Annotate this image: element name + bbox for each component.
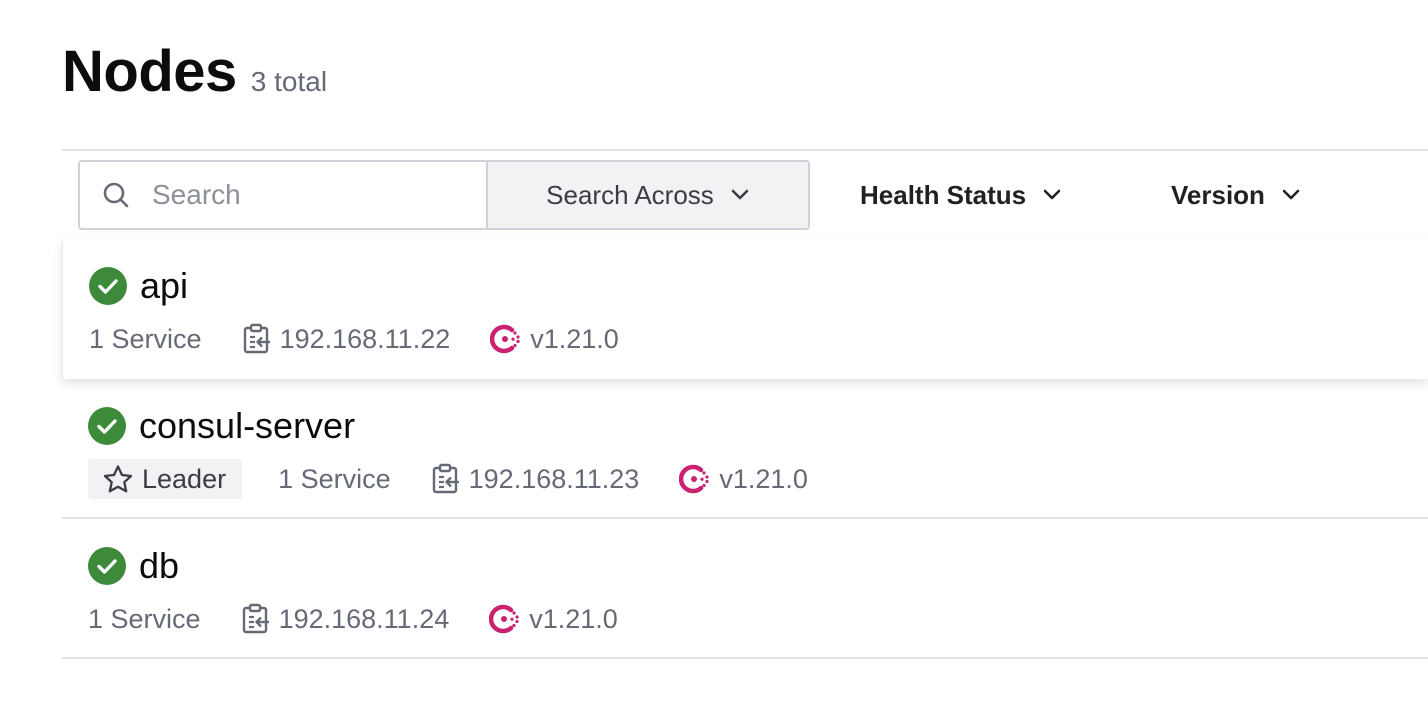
search-box	[78, 160, 488, 230]
node-version: v1.21.0	[679, 463, 808, 495]
node-address-value: 192.168.11.23	[468, 463, 640, 494]
filter-bar: Search Across Health Status Version	[62, 149, 1428, 239]
consul-logo-icon	[489, 603, 521, 635]
node-name-line: api	[89, 265, 188, 307]
version-dropdown[interactable]: Version	[1171, 160, 1301, 230]
version-label: Version	[1171, 179, 1265, 210]
node-meta: Leader 1 Service 192.168.11.23 v1.21.0	[88, 459, 848, 499]
node-name[interactable]: api	[140, 265, 188, 307]
leader-badge: Leader	[88, 459, 243, 499]
consul-logo-icon	[679, 463, 711, 495]
node-row[interactable]: api 1 Service 192.168.11.22 v1.21.0	[62, 239, 1428, 379]
node-version: v1.21.0	[489, 603, 618, 635]
chevron-down-icon	[731, 189, 749, 200]
health-status-label: Health Status	[860, 179, 1027, 210]
health-status-dropdown[interactable]: Health Status	[860, 160, 1062, 230]
nodes-page: Nodes 3 total Search Across Health Statu…	[0, 0, 1428, 702]
clipboard-address-icon	[431, 463, 461, 495]
service-count: 1 Service	[278, 463, 391, 494]
check-circle-icon	[88, 547, 126, 585]
check-circle-icon	[89, 267, 127, 305]
leader-label: Leader	[142, 463, 227, 494]
page-title: Nodes	[62, 39, 237, 104]
page-header: Nodes 3 total	[62, 38, 327, 105]
search-input[interactable]	[150, 178, 454, 212]
node-row[interactable]: db 1 Service 192.168.11.24 v1.21.0	[62, 519, 1428, 659]
consul-logo-icon	[490, 323, 522, 355]
node-address: 192.168.11.24	[241, 603, 450, 635]
node-address: 192.168.11.23	[431, 463, 640, 495]
node-meta: 1 Service 192.168.11.22 v1.21.0	[89, 319, 659, 359]
node-version-value: v1.21.0	[529, 603, 618, 634]
search-across-dropdown[interactable]: Search Across	[486, 160, 810, 230]
check-circle-icon	[88, 407, 126, 445]
node-address: 192.168.11.22	[242, 323, 451, 355]
node-count: 3 total	[250, 66, 328, 97]
node-meta: 1 Service 192.168.11.24 v1.21.0	[88, 599, 658, 639]
node-version: v1.21.0	[490, 323, 619, 355]
node-address-value: 192.168.11.22	[279, 323, 451, 354]
star-icon	[103, 465, 133, 493]
node-name-line: consul-server	[88, 405, 355, 447]
node-name[interactable]: consul-server	[139, 405, 355, 447]
search-icon	[103, 182, 129, 208]
node-list: api 1 Service 192.168.11.22 v1.21.0 cons…	[62, 239, 1428, 659]
node-row[interactable]: consul-server Leader 1 Service 192.168.1…	[62, 379, 1428, 519]
node-version-value: v1.21.0	[530, 323, 619, 354]
chevron-down-icon	[1043, 189, 1061, 200]
node-name[interactable]: db	[139, 545, 179, 587]
node-name-line: db	[88, 545, 179, 587]
node-version-value: v1.21.0	[719, 463, 808, 494]
service-count: 1 Service	[88, 603, 201, 634]
service-count: 1 Service	[89, 323, 202, 354]
clipboard-address-icon	[242, 323, 272, 355]
search-across-label: Search Across	[546, 179, 714, 210]
clipboard-address-icon	[241, 603, 271, 635]
node-address-value: 192.168.11.24	[278, 603, 450, 634]
chevron-down-icon	[1282, 189, 1300, 200]
